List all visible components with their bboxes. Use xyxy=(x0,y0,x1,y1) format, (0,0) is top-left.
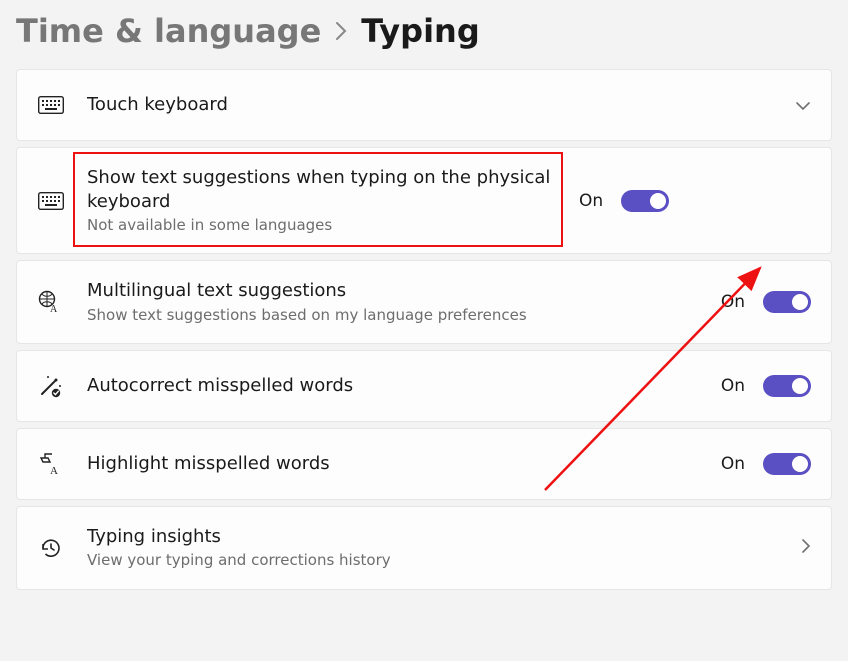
text-suggestions-title: Show text suggestions when typing on the… xyxy=(87,166,557,213)
autocorrect-toggle[interactable] xyxy=(763,375,811,397)
touch-keyboard-row[interactable]: Touch keyboard xyxy=(16,69,832,141)
breadcrumb: Time & language Typing xyxy=(0,6,848,69)
breadcrumb-parent[interactable]: Time & language xyxy=(16,14,321,49)
multilingual-toggle[interactable] xyxy=(763,291,811,313)
autocorrect-row: Autocorrect misspelled words On xyxy=(16,350,832,422)
globe-translate-icon: A xyxy=(37,290,65,314)
highlight-misspelled-row: A Highlight misspelled words On xyxy=(16,428,832,500)
text-suggestions-state: On xyxy=(579,191,603,211)
settings-list: Touch keyboard Show text suggestions whe… xyxy=(0,69,848,589)
multilingual-subtitle: Show text suggestions based on my langua… xyxy=(87,305,699,325)
chevron-down-icon xyxy=(795,96,811,115)
typing-insights-subtitle: View your typing and corrections history xyxy=(87,550,779,570)
keyboard-icon xyxy=(37,96,65,114)
touch-keyboard-title: Touch keyboard xyxy=(87,93,773,116)
highlight-misspelled-title: Highlight misspelled words xyxy=(87,452,699,475)
autocorrect-state: On xyxy=(721,376,745,396)
svg-text:A: A xyxy=(50,465,58,476)
keyboard-icon xyxy=(37,192,65,210)
multilingual-state: On xyxy=(721,292,745,312)
page-title: Typing xyxy=(361,14,479,49)
text-suggestions-row: Show text suggestions when typing on the… xyxy=(16,147,832,254)
history-icon xyxy=(37,536,65,560)
typing-insights-row[interactable]: Typing insights View your typing and cor… xyxy=(16,506,832,590)
wand-check-icon xyxy=(37,374,65,398)
chevron-right-icon xyxy=(335,21,347,47)
text-suggestions-toggle[interactable] xyxy=(621,190,669,212)
highlight-text-icon: A xyxy=(37,452,65,476)
text-suggestions-subtitle: Not available in some languages xyxy=(87,215,557,235)
multilingual-title: Multilingual text suggestions xyxy=(87,279,699,302)
svg-text:A: A xyxy=(50,304,58,314)
highlight-misspelled-toggle[interactable] xyxy=(763,453,811,475)
chevron-right-icon xyxy=(801,538,811,558)
autocorrect-title: Autocorrect misspelled words xyxy=(87,374,699,397)
typing-insights-title: Typing insights xyxy=(87,525,779,548)
highlight-misspelled-state: On xyxy=(721,454,745,474)
multilingual-row: A Multilingual text suggestions Show tex… xyxy=(16,260,832,344)
